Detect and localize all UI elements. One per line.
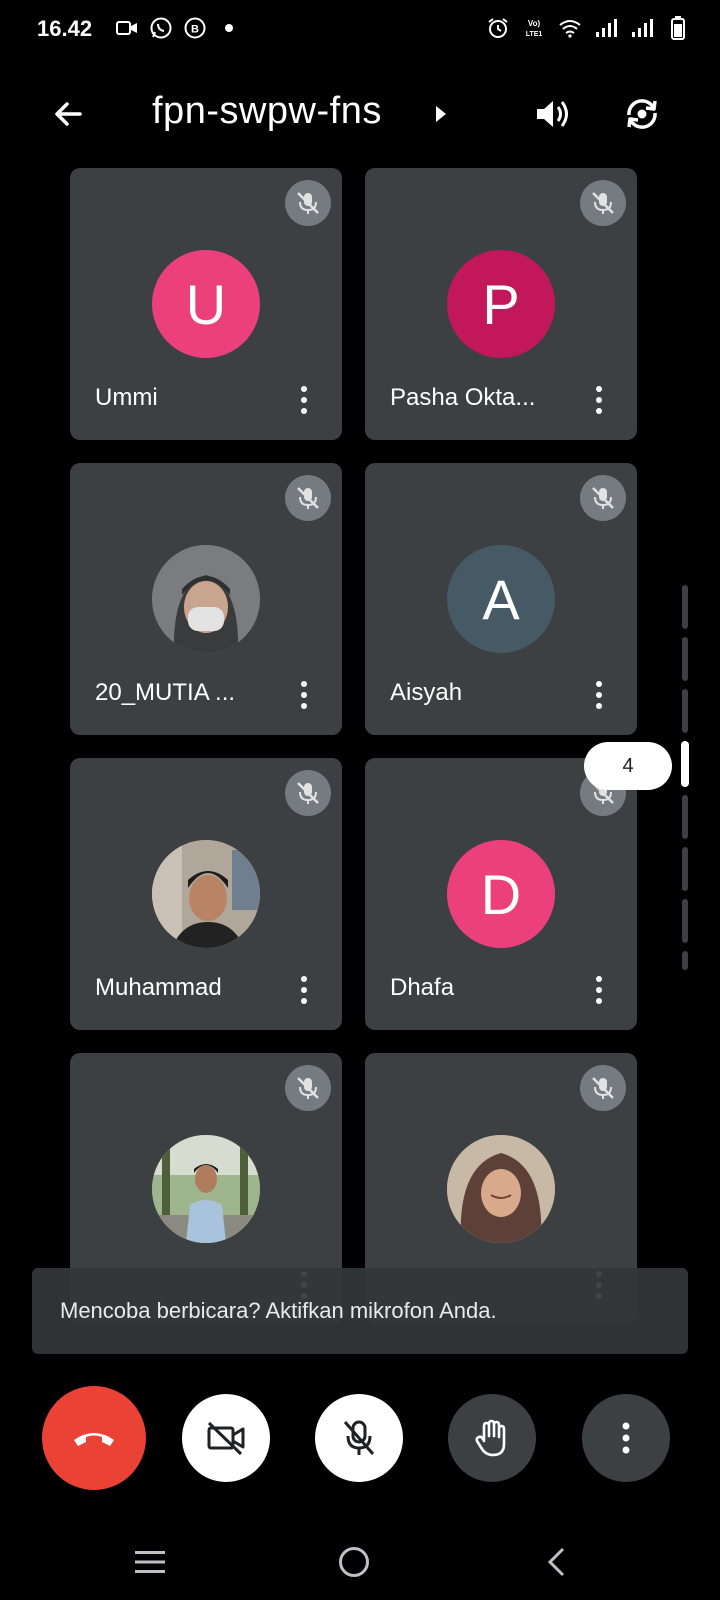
avatar-photo	[152, 840, 260, 948]
avatar-initial: D	[480, 862, 522, 926]
avatar-initial: A	[482, 567, 520, 631]
speaker-icon	[537, 101, 568, 127]
participant-name: Dhafa	[390, 974, 455, 1001]
speaker-button[interactable]	[528, 90, 576, 138]
more-vertical-icon	[622, 1422, 630, 1454]
participant-tile[interactable]: P Pasha Okta...	[365, 168, 637, 440]
hang-up-icon	[74, 1433, 114, 1446]
toast-message: Mencoba berbicara? Aktifkan mikrofon And…	[60, 1298, 497, 1323]
status-left-icons: B	[115, 16, 241, 40]
scroller-segment[interactable]	[682, 847, 688, 891]
home-icon	[339, 1547, 369, 1577]
whatsapp-business-icon: B	[183, 16, 207, 40]
meeting-header: fpn-swpw-fns	[0, 70, 720, 156]
battery-icon	[666, 16, 690, 40]
more-vertical-icon[interactable]	[292, 974, 316, 1006]
participant-tile[interactable]: Muhammad	[70, 758, 342, 1030]
status-right-icons: Vo) LTE1	[486, 16, 690, 40]
recents-button[interactable]	[126, 1538, 174, 1586]
svg-text:Vo): Vo)	[528, 19, 541, 28]
status-bar: 16.42 B Vo) LTE1	[0, 0, 720, 60]
mic-off-icon	[343, 1420, 375, 1455]
avatar-photo	[152, 1135, 260, 1243]
alarm-icon	[486, 16, 510, 40]
more-vertical-icon[interactable]	[587, 974, 611, 1006]
svg-text:LTE1: LTE1	[526, 31, 543, 38]
avatar: A	[447, 545, 555, 653]
participant-name: Pasha Okta...	[390, 384, 536, 411]
scroller-segment[interactable]	[682, 899, 688, 943]
grid-page-indicator: 4	[584, 742, 672, 790]
scroller-active-segment[interactable]	[681, 741, 689, 787]
mic-off-icon	[285, 1065, 331, 1111]
avatar-photo	[152, 545, 260, 653]
unmute-prompt-toast: Mencoba berbicara? Aktifkan mikrofon And…	[32, 1268, 688, 1354]
back-button[interactable]	[44, 90, 92, 138]
meeting-code[interactable]: fpn-swpw-fns	[152, 90, 382, 133]
recents-icon	[135, 1551, 165, 1573]
raise-hand-icon	[475, 1419, 506, 1457]
mic-toggle-button[interactable]	[315, 1394, 403, 1482]
end-call-button[interactable]	[42, 1386, 146, 1490]
system-nav-bar	[0, 1530, 720, 1600]
signal-2-icon	[630, 16, 654, 40]
home-button[interactable]	[330, 1538, 378, 1586]
nav-back-button[interactable]	[532, 1538, 580, 1586]
scroller-segment[interactable]	[682, 585, 688, 629]
camera-off-icon	[207, 1421, 245, 1456]
more-vertical-icon[interactable]	[292, 679, 316, 711]
participant-tile[interactable]: U Ummi	[70, 168, 342, 440]
avatar: U	[152, 250, 260, 358]
caret-right-icon[interactable]	[432, 102, 452, 126]
participant-tile[interactable]: A Aisyah	[365, 463, 637, 735]
wifi-icon	[558, 16, 582, 40]
avatar: D	[447, 840, 555, 948]
participant-name: Ummi	[95, 384, 158, 411]
mic-off-icon	[580, 475, 626, 521]
avatar-initial: P	[482, 272, 520, 336]
scroller-segment[interactable]	[682, 689, 688, 733]
participant-name: 20_MUTIA ...	[95, 679, 236, 706]
mic-off-icon	[580, 1065, 626, 1111]
arrow-back-icon	[55, 102, 82, 126]
avatar-photo	[447, 1135, 555, 1243]
whatsapp-icon	[149, 16, 173, 40]
switch-camera-button[interactable]	[618, 90, 666, 138]
mic-off-icon	[285, 475, 331, 521]
participant-name: Muhammad	[95, 974, 222, 1001]
scroller-segment[interactable]	[682, 951, 688, 970]
switch-camera-icon	[627, 99, 657, 129]
volte-icon: Vo) LTE1	[522, 16, 546, 40]
grid-page-scroller[interactable]	[680, 585, 690, 970]
avatar-initial: U	[185, 272, 227, 336]
more-vertical-icon[interactable]	[587, 384, 611, 416]
participant-tile[interactable]: 20_MUTIA ...	[70, 463, 342, 735]
scroller-segment[interactable]	[682, 795, 688, 839]
raise-hand-button[interactable]	[448, 1394, 536, 1482]
signal-1-icon	[594, 16, 618, 40]
mic-off-icon	[285, 180, 331, 226]
participant-tile[interactable]: D Dhafa	[365, 758, 637, 1030]
mic-off-icon	[285, 770, 331, 816]
scroller-segment[interactable]	[682, 637, 688, 681]
avatar: P	[447, 250, 555, 358]
more-options-button[interactable]	[582, 1394, 670, 1482]
more-vertical-icon[interactable]	[587, 679, 611, 711]
notification-dot-icon	[217, 16, 241, 40]
svg-text:B: B	[191, 24, 199, 36]
status-time: 16.42	[37, 16, 93, 41]
back-icon	[547, 1547, 565, 1577]
mic-off-icon	[580, 180, 626, 226]
video-recorder-icon	[115, 16, 139, 40]
more-vertical-icon[interactable]	[292, 384, 316, 416]
camera-toggle-button[interactable]	[182, 1394, 270, 1482]
participant-name: Aisyah	[390, 679, 463, 706]
